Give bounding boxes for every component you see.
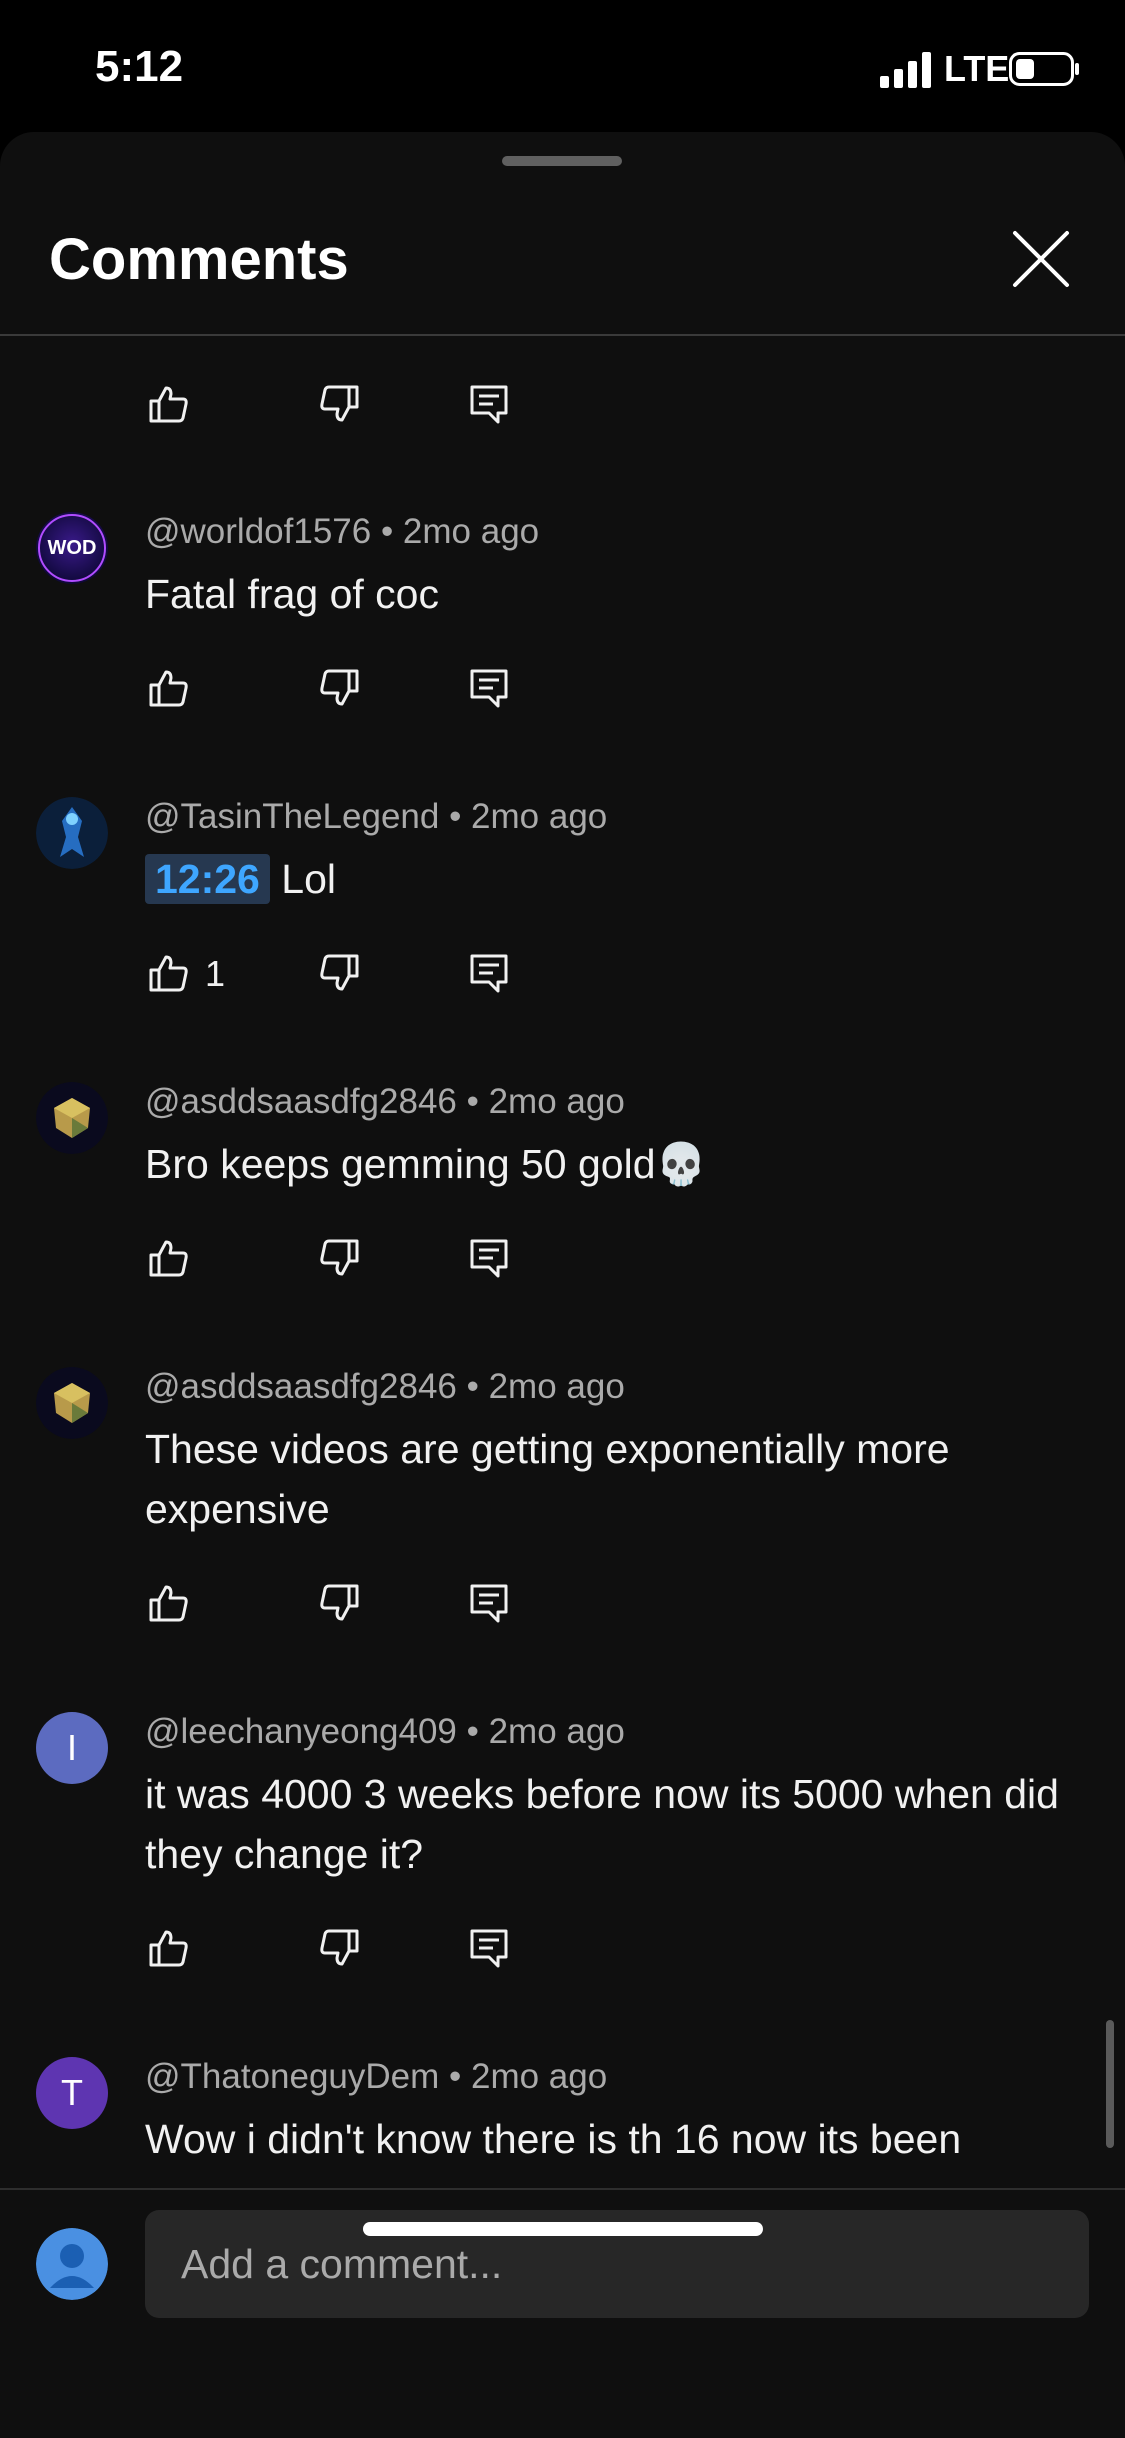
reply-button[interactable] [465, 949, 513, 997]
avatar[interactable]: WOD [36, 512, 108, 584]
reply-comment-icon [470, 385, 508, 424]
reply-button[interactable] [465, 1924, 513, 1972]
thumbs-down-icon [320, 1584, 359, 1621]
gaming-avatar-icon [36, 797, 108, 869]
reply-button[interactable] [465, 1234, 513, 1282]
avatar[interactable] [36, 797, 108, 869]
comment-actions [145, 380, 545, 430]
comment-text: it was 4000 3 weeks before now its 5000 … [145, 1771, 1059, 1877]
comment-meta: @TasinTheLegend • 2mo ago [145, 797, 608, 836]
like-button[interactable] [145, 1579, 193, 1627]
close-icon[interactable] [1010, 228, 1072, 290]
reply-comment-icon [470, 1929, 508, 1968]
thumbs-down-icon [320, 669, 359, 706]
user-avatar-icon [36, 2228, 108, 2300]
reply-comment-icon [470, 954, 508, 993]
comment-actions [145, 1579, 545, 1629]
like-button[interactable] [145, 949, 193, 997]
reply-comment-icon [470, 1584, 508, 1623]
avatar-letter: I [66, 1727, 77, 1768]
thumbs-down-icon [320, 1239, 359, 1276]
dislike-button[interactable] [315, 1579, 363, 1627]
channel-logo-icon: WOD [36, 512, 108, 584]
avatar[interactable] [36, 1367, 108, 1439]
comment-meta: @worldof1576 • 2mo ago [145, 512, 540, 551]
reply-button[interactable] [465, 380, 513, 428]
avatar[interactable]: T [36, 2057, 108, 2129]
reply-button[interactable] [465, 1579, 513, 1627]
dislike-button[interactable] [315, 1924, 363, 1972]
thumbs-down-icon [320, 1929, 359, 1966]
thumbs-up-icon [149, 670, 188, 707]
dislike-button[interactable] [315, 1234, 363, 1282]
drag-handle[interactable] [502, 156, 622, 166]
like-button[interactable] [145, 1234, 193, 1282]
status-time: 5:12 [95, 42, 184, 91]
dislike-button[interactable] [315, 380, 363, 428]
comment-actions [145, 1924, 545, 1974]
my-avatar [36, 2228, 108, 2300]
author-handle[interactable]: @leechanyeong409 [145, 1712, 457, 1751]
comment-age: 2mo ago [402, 512, 540, 551]
comment-actions [145, 1234, 545, 1284]
timestamp-link[interactable]: 12:26 [145, 854, 270, 904]
avatar-letter: T [61, 2072, 83, 2113]
dislike-button[interactable] [315, 664, 363, 712]
comment-age: 2mo ago [471, 2057, 608, 2096]
author-handle[interactable]: @asddsaasdfg2846 [145, 1082, 457, 1121]
like-button[interactable] [145, 380, 193, 428]
comment-meta: @ThatoneguyDem • 2mo ago [145, 2057, 608, 2096]
comment-text: 12:26 Lol [145, 849, 1065, 909]
comment-age: 2mo ago [488, 1367, 625, 1406]
comment-actions [145, 664, 545, 714]
reply-comment-icon [470, 1239, 508, 1278]
comment-meta: @asddsaasdfg2846 • 2mo ago [145, 1082, 625, 1121]
comment-actions: 1 [145, 949, 545, 999]
status-bar: 5:12 LTE [0, 0, 1125, 132]
comment-age: 2mo ago [488, 1082, 625, 1121]
header-divider [0, 334, 1125, 336]
home-indicator[interactable] [363, 2222, 763, 2236]
avatar[interactable]: I [36, 1712, 108, 1784]
thumbs-down-icon [320, 385, 359, 422]
author-handle[interactable]: @TasinTheLegend [145, 797, 439, 836]
cube-avatar-icon [36, 1367, 108, 1439]
comment-age: 2mo ago [471, 797, 608, 836]
comment-age: 2mo ago [488, 1712, 625, 1751]
cube-avatar-icon [36, 1082, 108, 1154]
comment-text: Bro keeps gemming 50 gold💀 [145, 1141, 707, 1187]
comment-body: Lol [281, 856, 336, 902]
thumbs-up-icon [149, 1585, 188, 1622]
thumbs-up-icon [149, 955, 188, 992]
reply-comment-icon [470, 669, 508, 708]
dislike-button[interactable] [315, 949, 363, 997]
comment-meta: @leechanyeong409 • 2mo ago [145, 1712, 625, 1751]
thumbs-up-icon [149, 386, 188, 423]
comment-text: These videos are getting exponentially m… [145, 1426, 950, 1532]
comment-text: Wow i didn't know there is th 16 now its… [145, 2116, 962, 2162]
comment-text: Fatal frag of coc [145, 571, 439, 617]
thumbs-up-icon [149, 1930, 188, 1967]
reply-button[interactable] [465, 664, 513, 712]
svg-text:WOD: WOD [48, 537, 97, 559]
network-label: LTE [944, 48, 1010, 89]
battery-icon [1009, 52, 1079, 86]
comment-meta: @asddsaasdfg2846 • 2mo ago [145, 1367, 625, 1406]
comments-sheet: Comments WOD @worldof1576 • 2mo ago Fata… [0, 132, 1125, 2436]
scroll-indicator[interactable] [1106, 2020, 1114, 2148]
like-count: 1 [205, 953, 226, 994]
author-handle[interactable]: @ThatoneguyDem [145, 2057, 439, 2096]
avatar[interactable] [36, 1082, 108, 1154]
like-button[interactable] [145, 664, 193, 712]
signal-icon [880, 52, 931, 88]
like-button[interactable] [145, 1924, 193, 1972]
thumbs-down-icon [320, 954, 359, 991]
author-handle[interactable]: @asddsaasdfg2846 [145, 1367, 457, 1406]
thumbs-up-icon [149, 1240, 188, 1277]
author-handle[interactable]: @worldof1576 [145, 512, 371, 551]
page-title: Comments [49, 227, 349, 292]
